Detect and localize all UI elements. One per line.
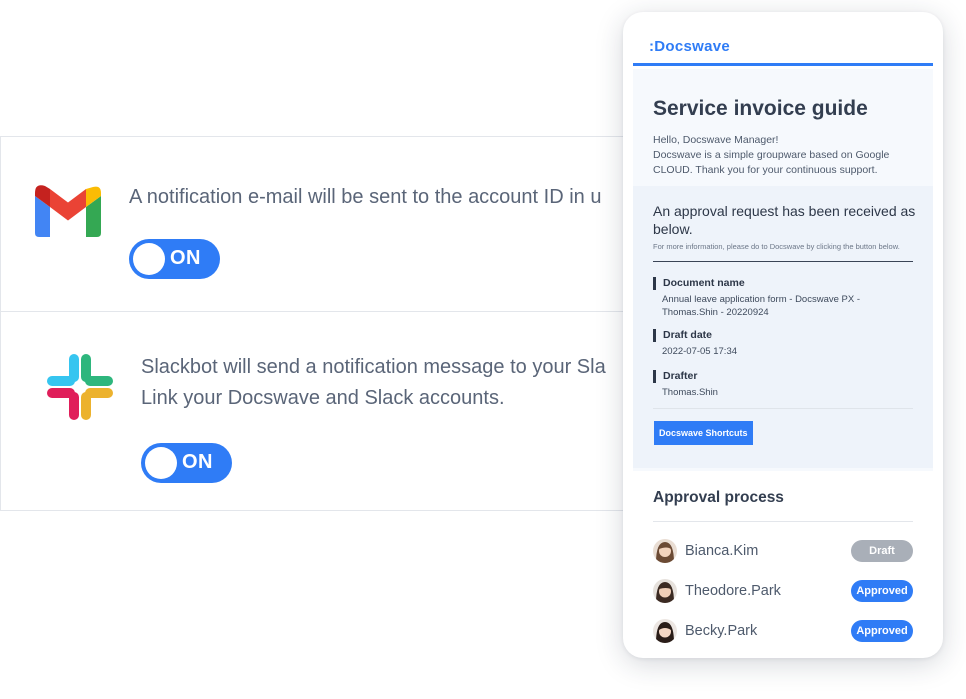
avatar bbox=[653, 619, 677, 643]
toggle-knob bbox=[145, 447, 177, 479]
field-drafter: Drafter Thomas.Shin bbox=[653, 370, 913, 399]
email-title: Service invoice guide bbox=[653, 97, 868, 120]
slack-description-line1: Slackbot will send a notification messag… bbox=[141, 356, 606, 378]
approver-name: Theodore.Park bbox=[685, 583, 781, 599]
field-label: Draft date bbox=[653, 329, 913, 342]
field-label: Document name bbox=[653, 277, 913, 290]
field-draft-date: Draft date 2022-07-05 17:34 bbox=[653, 329, 913, 358]
greeting-line: Docswave is a simple groupware based on … bbox=[653, 149, 890, 176]
request-note: For more information, please do to Docsw… bbox=[653, 242, 900, 251]
toggle-label: ON bbox=[182, 451, 213, 473]
field-document-name: Document name Annual leave application f… bbox=[653, 277, 913, 319]
email-preview-card: :Docswave Service invoice guide Hello, D… bbox=[623, 12, 943, 658]
gmail-icon bbox=[35, 185, 101, 237]
avatar bbox=[653, 579, 677, 603]
field-value: 2022-07-05 17:34 bbox=[662, 346, 738, 357]
approver-row: Theodore.Park Approved bbox=[653, 579, 913, 605]
gmail-description: A notification e-mail will be sent to th… bbox=[129, 186, 602, 208]
slack-description-line2: Link your Docswave and Slack accounts. bbox=[141, 387, 505, 409]
email-body: Service invoice guide Hello, Docswave Ma… bbox=[633, 69, 933, 471]
toggle-label: ON bbox=[170, 247, 201, 269]
approval-request-box: An approval request has been received as… bbox=[633, 186, 933, 468]
field-label: Drafter bbox=[653, 370, 913, 383]
status-badge: Draft bbox=[851, 540, 913, 562]
slack-notification-toggle[interactable]: ON bbox=[141, 443, 232, 483]
toggle-knob bbox=[133, 243, 165, 275]
divider bbox=[653, 521, 913, 522]
divider bbox=[653, 261, 913, 262]
field-value: Thomas.Shin bbox=[662, 387, 718, 398]
request-title: An approval request has been received as… bbox=[653, 203, 916, 237]
slack-icon bbox=[47, 354, 113, 420]
status-badge: Approved bbox=[851, 620, 913, 642]
divider bbox=[653, 408, 913, 409]
avatar bbox=[653, 539, 677, 563]
approver-row: Becky.Park Approved bbox=[653, 619, 913, 645]
approver-row: Bianca.Kim Draft bbox=[653, 539, 913, 565]
docswave-logo: :Docswave bbox=[649, 38, 731, 55]
approver-name: Becky.Park bbox=[685, 623, 758, 639]
email-greeting: Hello, Docswave Manager! Docswave is a s… bbox=[653, 133, 923, 178]
field-value: Annual leave application form - Docswave… bbox=[662, 294, 861, 318]
slack-description: Slackbot will send a notification messag… bbox=[141, 352, 606, 414]
approver-name: Bianca.Kim bbox=[685, 543, 759, 559]
status-badge: Approved bbox=[851, 580, 913, 602]
greeting-line: Hello, Docswave Manager! bbox=[653, 134, 779, 146]
approval-process-title: Approval process bbox=[653, 489, 784, 506]
docswave-shortcuts-button[interactable]: Docswave Shortcuts bbox=[654, 421, 753, 445]
gmail-notification-toggle[interactable]: ON bbox=[129, 239, 220, 279]
email-header: :Docswave bbox=[633, 12, 933, 66]
